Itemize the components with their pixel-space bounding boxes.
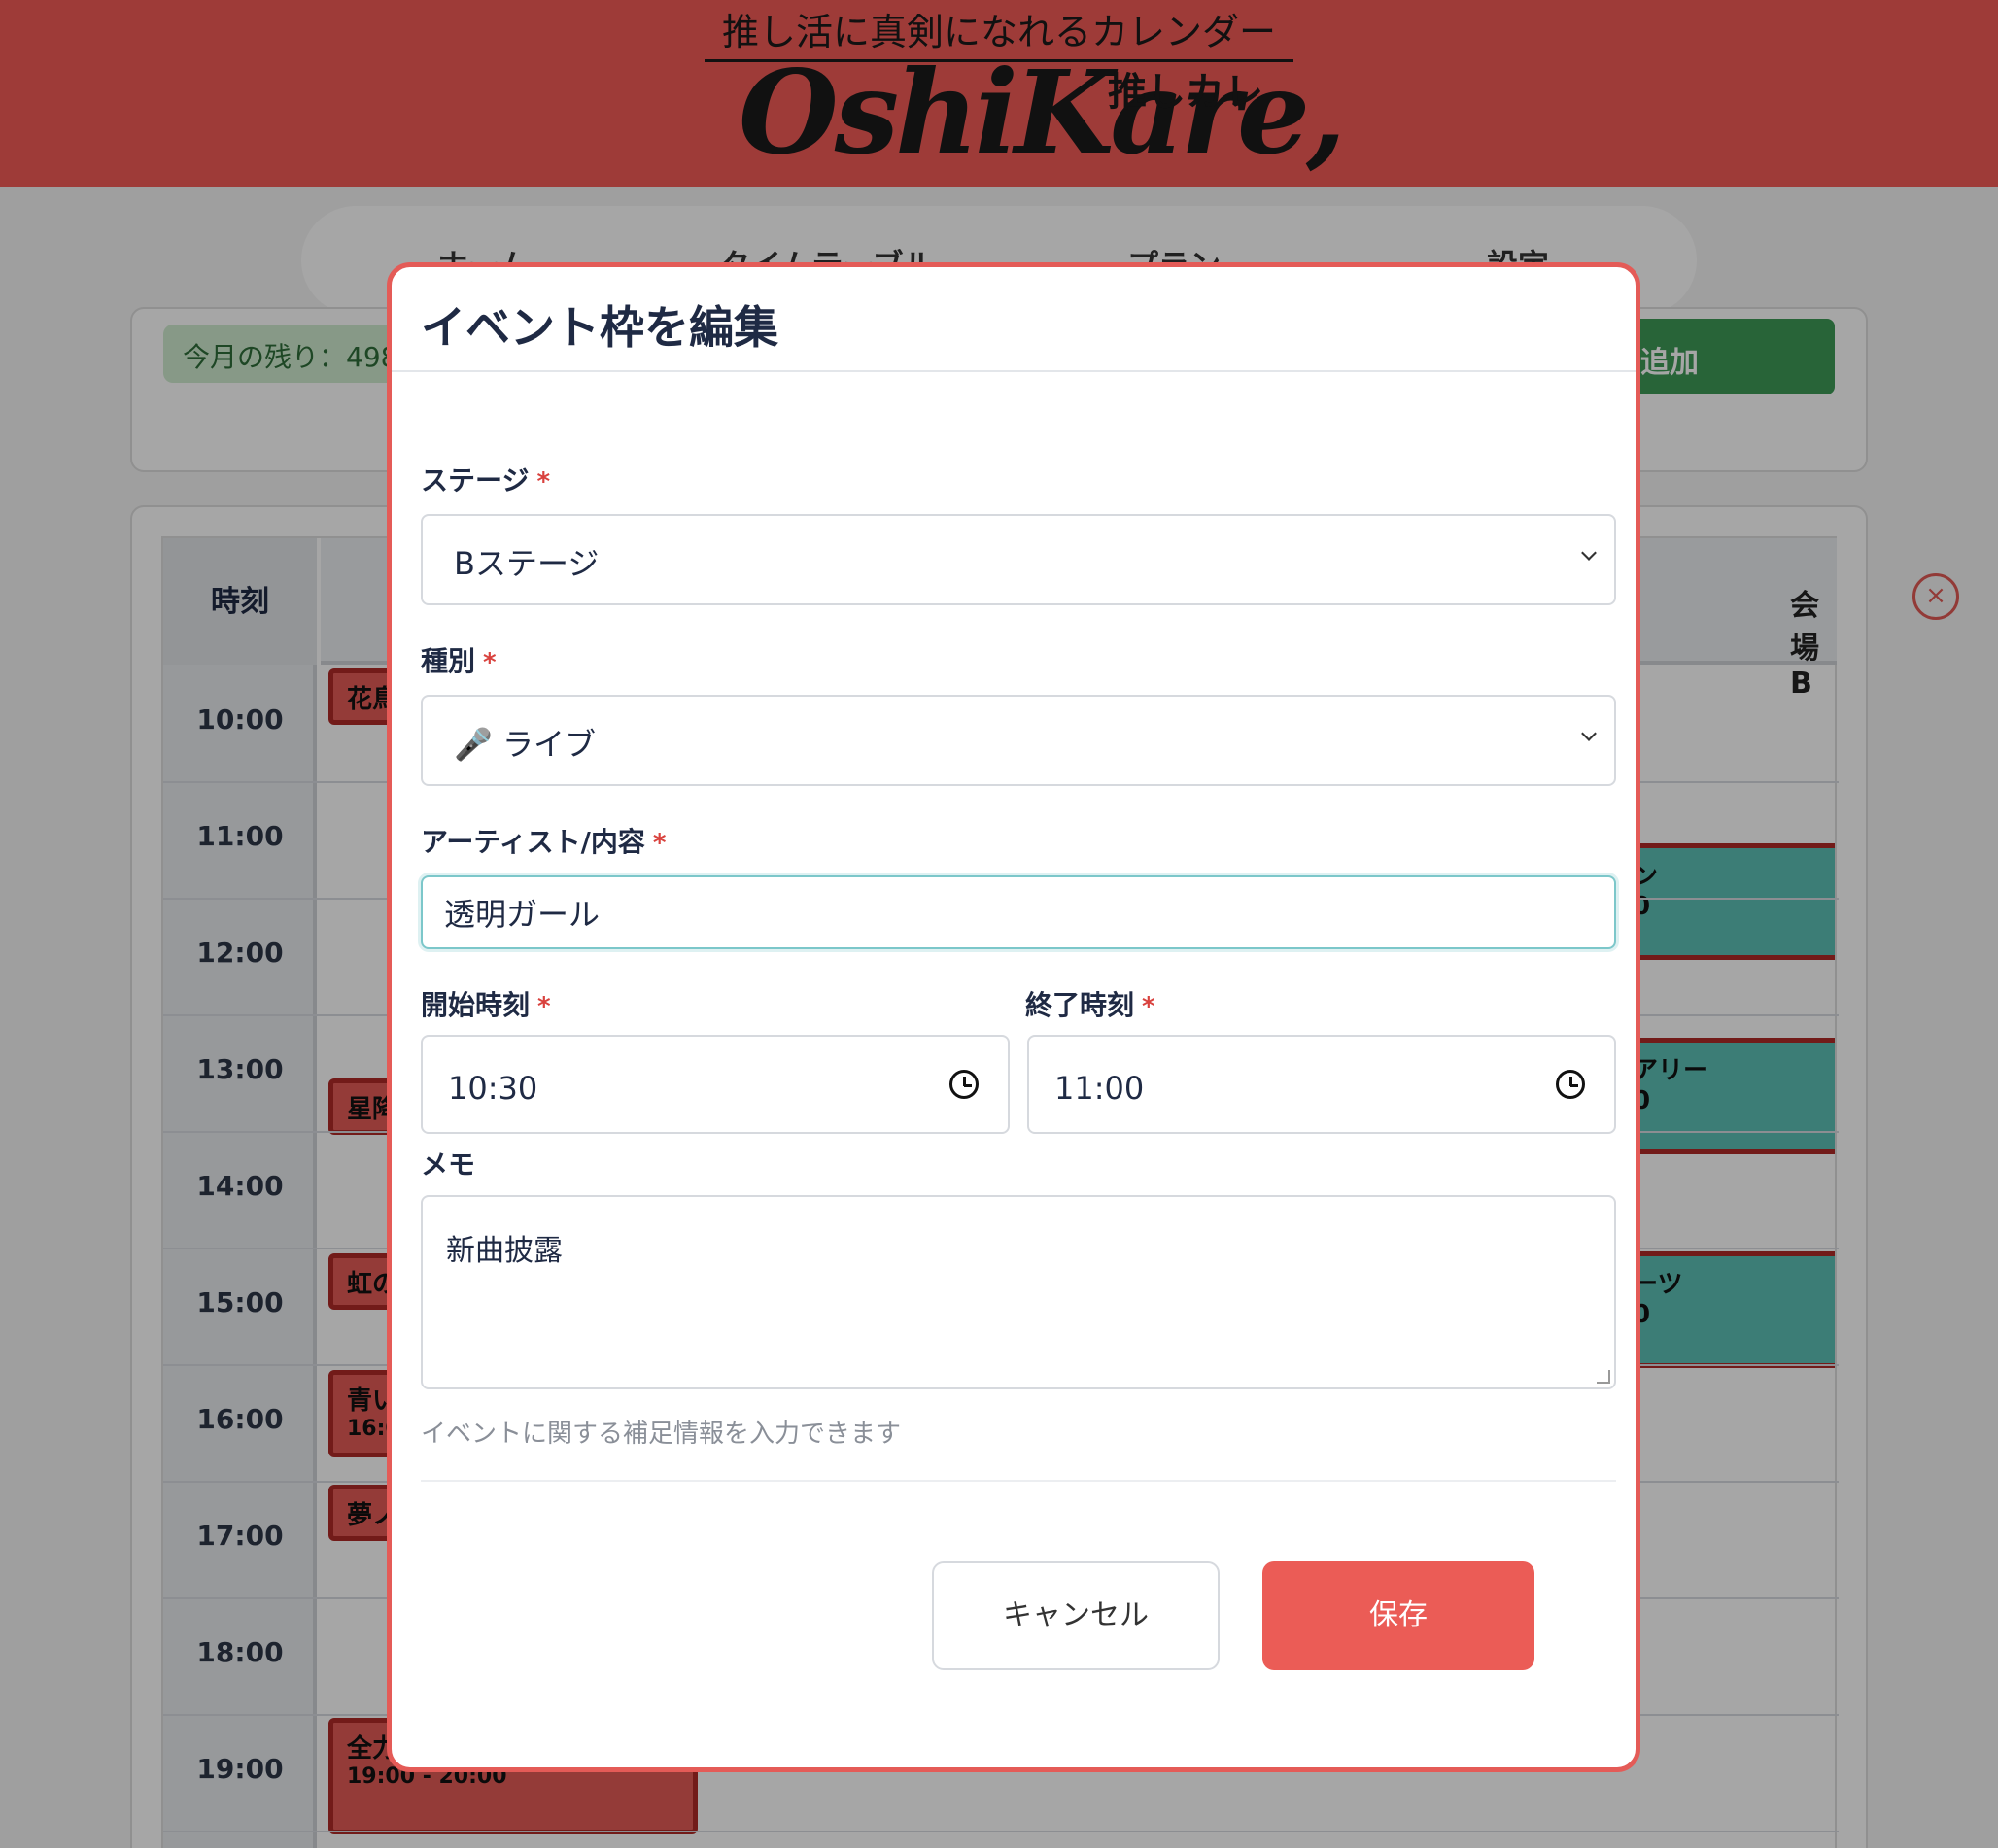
required-mark: * xyxy=(537,992,551,1021)
stage-select-value: Bステージ xyxy=(454,545,600,582)
required-mark: * xyxy=(536,467,551,496)
start-time-input[interactable]: 10:30 xyxy=(421,1035,1010,1134)
edit-event-slot-modal: イベント枠を編集 ステージ * Bステージ 種別 * 🎤 ライブ アーティスト/内容… xyxy=(387,262,1640,1772)
memo-hint: イベントに関する補足情報を入力できます xyxy=(421,1420,902,1449)
modal-header-divider xyxy=(392,370,1636,372)
type-select[interactable]: 🎤 ライブ xyxy=(421,695,1616,786)
end-time-label: 終了時刻 * xyxy=(1025,989,1155,1021)
required-mark: * xyxy=(1142,992,1155,1021)
cancel-button[interactable]: キャンセル xyxy=(932,1561,1220,1670)
modal-title: イベント枠を編集 xyxy=(421,301,778,354)
app-logo-subtitle: 推しカレ xyxy=(1108,70,1263,115)
end-time-value: 11:00 xyxy=(1054,1070,1145,1107)
artist-label: アーティスト/内容 * xyxy=(421,826,667,858)
memo-label: メモ xyxy=(421,1148,476,1181)
memo-value: 新曲披露 xyxy=(446,1234,563,1268)
required-mark: * xyxy=(483,648,497,677)
start-time-value: 10:30 xyxy=(448,1070,538,1107)
chevron-down-icon xyxy=(1581,726,1597,741)
resize-handle-icon[interactable] xyxy=(1597,1370,1610,1384)
stage-select[interactable]: Bステージ xyxy=(421,514,1616,605)
required-mark: * xyxy=(652,829,667,858)
memo-textarea[interactable]: 新曲披露 xyxy=(421,1195,1616,1389)
type-label: 種別 * xyxy=(421,645,497,677)
clock-icon[interactable] xyxy=(949,1070,979,1099)
end-time-input[interactable]: 11:00 xyxy=(1027,1035,1616,1134)
modal-footer-divider xyxy=(421,1480,1616,1482)
start-time-label: 開始時刻 * xyxy=(421,989,551,1021)
stage-label: ステージ * xyxy=(421,464,551,496)
type-select-value: 🎤 ライブ xyxy=(454,726,597,763)
clock-icon[interactable] xyxy=(1556,1070,1585,1099)
app-header: 推し活に真剣になれるカレンダー OshiKare, 推しカレ xyxy=(0,0,1998,187)
chevron-down-icon xyxy=(1581,545,1597,561)
save-button[interactable]: 保存 xyxy=(1262,1561,1534,1670)
artist-input[interactable] xyxy=(421,875,1616,949)
